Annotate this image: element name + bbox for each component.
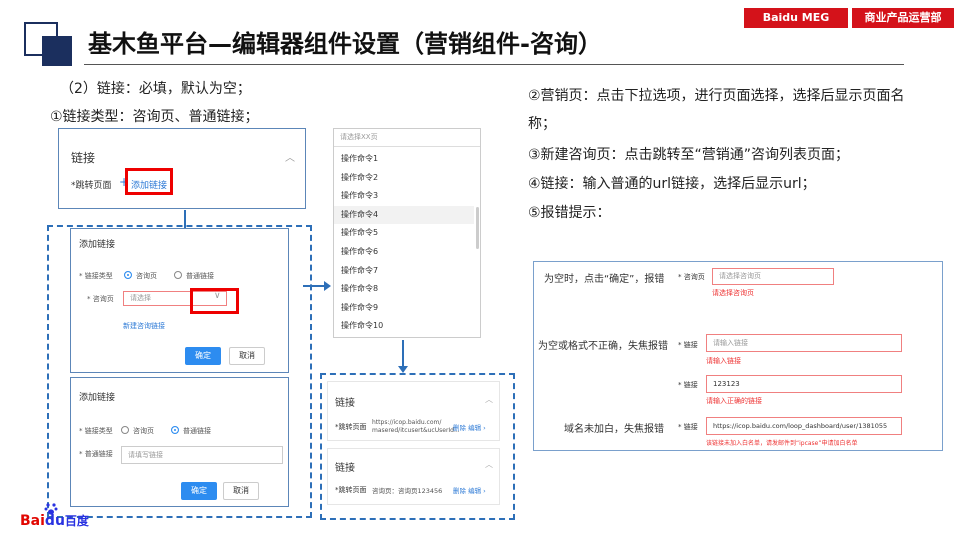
link-input-not-whitelisted[interactable]: https://icop.baidu.com/loop_dashboard/us… bbox=[706, 417, 902, 435]
error2-desc: 为空或格式不正确，失焦报错 bbox=[538, 341, 668, 352]
normal-link-label: * 普通链接 bbox=[79, 450, 113, 458]
error1-message: 请选择咨询页 bbox=[712, 289, 754, 297]
radio-consult-selected[interactable] bbox=[124, 271, 132, 279]
dropdown-item[interactable]: 操作命令4 bbox=[334, 205, 474, 225]
arrow-line bbox=[303, 285, 325, 287]
result-title: 链接 bbox=[335, 463, 355, 474]
desc-error-tips: ⑤报错提示： bbox=[528, 205, 611, 221]
arrow-right-icon bbox=[324, 281, 331, 291]
result-link-url: 链接 ︿ *跳转页面 https://icop.baidu.com/ maser… bbox=[327, 381, 500, 441]
add-link-dialog-consult: 添加链接 * 链接类型 咨询页 普通链接 * 咨询页 请选择 ∨ 新建咨询链接 … bbox=[70, 228, 289, 373]
dropdown-item[interactable]: 操作命令3 bbox=[334, 187, 474, 206]
dropdown-item[interactable]: 操作命令5 bbox=[334, 224, 474, 243]
confirm-button[interactable]: 确定 bbox=[181, 482, 217, 500]
link-type-label: * 链接类型 bbox=[79, 427, 113, 435]
title-divider bbox=[84, 64, 904, 65]
dept-tag-meg: Baidu MEG bbox=[744, 8, 848, 28]
page-dropdown: 请选择XX页 操作命令1 操作命令2 操作命令3 操作命令4 操作命令5 操作命… bbox=[333, 128, 481, 338]
dropdown-search[interactable]: 请选择XX页 bbox=[334, 129, 480, 147]
jump-page-label: *跳转页面 bbox=[335, 423, 367, 431]
result-link-consult: 链接 ︿ *跳转页面 咨询页：咨询页123456 删除 编辑 › bbox=[327, 448, 500, 505]
result-title: 链接 bbox=[335, 398, 355, 409]
chevron-up-icon[interactable]: ︿ bbox=[485, 459, 493, 470]
arrow-line bbox=[402, 340, 404, 368]
desc-line-1: （2）链接：必填，默认为空； bbox=[60, 81, 251, 97]
new-consult-link[interactable]: 新建咨询链接 bbox=[123, 321, 165, 331]
normal-link-input[interactable]: 请填写链接 bbox=[121, 446, 283, 464]
error4-desc: 域名未加白，失焦报错 bbox=[564, 424, 664, 435]
delete-edit-actions[interactable]: 删除 编辑 › bbox=[453, 485, 486, 495]
consult-page-select[interactable]: 请选择咨询页 bbox=[712, 268, 834, 285]
highlight-dropdown bbox=[190, 288, 239, 314]
confirm-button[interactable]: 确定 bbox=[185, 347, 221, 365]
link-input-empty[interactable]: 请输入链接 bbox=[706, 334, 902, 352]
cancel-button[interactable]: 取消 bbox=[223, 482, 259, 500]
link-card: 链接 ︿ *跳转页面 + 添加链接 bbox=[58, 128, 306, 209]
consult-value: 咨询页：咨询页123456 bbox=[372, 487, 443, 495]
error2-message: 请输入链接 bbox=[706, 357, 741, 365]
desc-new-consult-page: ③新建咨询页：点击跳转至“营销通”咨询列表页面； bbox=[528, 147, 850, 163]
error4-label: * 链接 bbox=[678, 423, 698, 431]
error2-label: * 链接 bbox=[678, 341, 698, 349]
logo-bai: Bai bbox=[20, 513, 45, 529]
delete-edit-actions[interactable]: 删除 编辑 › bbox=[453, 422, 486, 432]
dropdown-item[interactable]: 操作命令8 bbox=[334, 280, 474, 299]
desc-line-2: ①链接类型：咨询页、普通链接； bbox=[50, 109, 259, 125]
desc-marketing-page: ②营销页：点击下拉选项，进行页面选择，选择后显示页面名称； bbox=[528, 88, 905, 132]
dropdown-item[interactable]: 操作命令7 bbox=[334, 262, 474, 281]
radio-consult[interactable] bbox=[121, 426, 129, 434]
jump-page-label: *跳转页面 bbox=[335, 486, 367, 494]
chevron-up-icon[interactable]: ︿ bbox=[485, 394, 493, 405]
error1-label: * 咨询页 bbox=[678, 273, 705, 281]
add-link-dialog-normal: 添加链接 * 链接类型 咨询页 普通链接 * 普通链接 请填写链接 确定 取消 bbox=[70, 377, 289, 507]
dropdown-scrollbar[interactable] bbox=[476, 207, 479, 249]
page-title: 基木鱼平台—编辑器组件设置（营销组件-咨询） bbox=[88, 30, 602, 58]
dropdown-item[interactable]: 操作命令1 bbox=[334, 150, 474, 169]
dialog-title: 添加链接 bbox=[79, 393, 116, 403]
error3-label: * 链接 bbox=[678, 381, 698, 389]
radio-normal-label: 普通链接 bbox=[186, 272, 214, 280]
link-card-title: 链接 bbox=[71, 151, 96, 165]
error1-desc: 为空时，点击“确定”，报错 bbox=[544, 274, 665, 285]
dropdown-item[interactable]: 操作命令9 bbox=[334, 299, 474, 318]
radio-normal-link[interactable] bbox=[174, 271, 182, 279]
dialog-title: 添加链接 bbox=[79, 240, 116, 250]
jump-page-label: *跳转页面 bbox=[71, 181, 112, 191]
dept-tag-ops: 商业产品运营部 bbox=[850, 8, 954, 28]
dropdown-list: 操作命令1 操作命令2 操作命令3 操作命令4 操作命令5 操作命令6 操作命令… bbox=[334, 150, 474, 336]
dropdown-item[interactable]: 操作命令6 bbox=[334, 243, 474, 262]
error4-message: 该链接未加入白名单，请发邮件到“ipcase”申请加白名单 bbox=[706, 440, 858, 447]
url-line-2: masered/itcusert&ucUserId... bbox=[372, 427, 460, 434]
consult-page-label: * 咨询页 bbox=[87, 295, 114, 303]
url-line-1: https://icop.baidu.com/ bbox=[372, 419, 442, 426]
arrow-down-icon bbox=[398, 366, 408, 373]
error-tips-panel: 为空时，点击“确定”，报错 * 咨询页 请选择咨询页 请选择咨询页 为空或格式不… bbox=[533, 261, 943, 451]
link-type-label: * 链接类型 bbox=[79, 272, 113, 280]
link-input-invalid[interactable]: 123123 bbox=[706, 375, 902, 393]
paw-icon bbox=[44, 501, 58, 515]
radio-normal-label: 普通链接 bbox=[183, 427, 211, 435]
logo-cn: 百度 bbox=[64, 514, 89, 528]
dropdown-item[interactable]: 操作命令10 bbox=[334, 317, 474, 336]
highlight-add-link bbox=[125, 168, 173, 195]
decor-square-filled bbox=[42, 36, 72, 66]
cancel-button[interactable]: 取消 bbox=[229, 347, 265, 365]
radio-consult-label: 咨询页 bbox=[136, 272, 157, 280]
error3-message: 请输入正确的链接 bbox=[706, 397, 762, 405]
dropdown-item[interactable]: 操作命令2 bbox=[334, 169, 474, 188]
radio-consult-label: 咨询页 bbox=[133, 427, 154, 435]
radio-normal-selected[interactable] bbox=[171, 426, 179, 434]
desc-link: ④链接：输入普通的url链接，选择后显示url； bbox=[528, 176, 816, 192]
chevron-up-icon[interactable]: ︿ bbox=[285, 149, 295, 164]
